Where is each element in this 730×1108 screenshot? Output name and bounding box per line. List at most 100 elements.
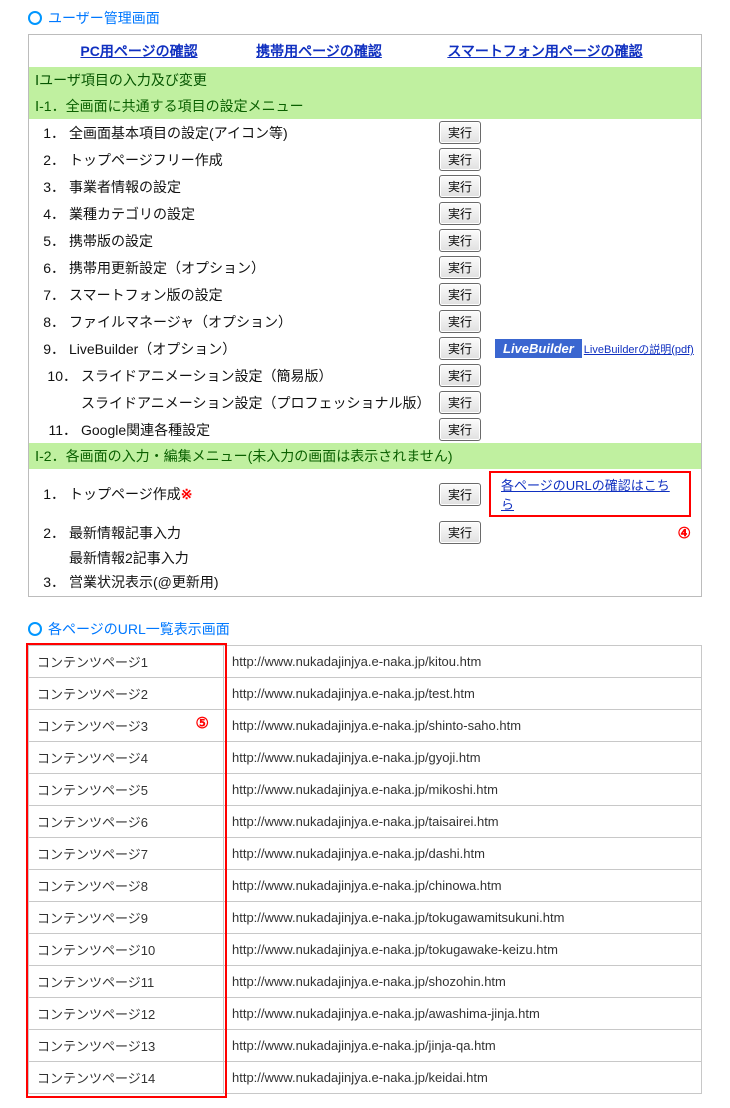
exec-button[interactable]: 実行	[439, 418, 481, 441]
table-row: コンテンツページ1http://www.nukadajinjya.e-naka.…	[29, 646, 702, 678]
table-row: コンテンツページ7http://www.nukadajinjya.e-naka.…	[29, 838, 702, 870]
page-name-cell: コンテンツページ14	[29, 1062, 224, 1094]
url-list-zone: コンテンツページ1http://www.nukadajinjya.e-naka.…	[28, 645, 702, 1094]
row-number: 8．	[35, 312, 69, 332]
exec-button[interactable]: 実行	[439, 121, 481, 144]
livebuilder-pdf-link[interactable]: LiveBuilderの説明(pdf)	[584, 344, 694, 356]
url-list-table: コンテンツページ1http://www.nukadajinjya.e-naka.…	[28, 645, 702, 1094]
menu-row: 5．携帯版の設定実行	[29, 227, 701, 254]
page-url-cell: http://www.nukadajinjya.e-naka.jp/awashi…	[224, 998, 702, 1030]
row-label: 最新情報2記事入力	[69, 548, 439, 568]
page-url-cell: http://www.nukadajinjya.e-naka.jp/test.h…	[224, 678, 702, 710]
exec-button[interactable]: 実行	[439, 283, 481, 306]
page-name-cell: コンテンツページ6	[29, 806, 224, 838]
bullet-circle-icon	[28, 11, 42, 25]
row-label: Google関連各種設定	[81, 420, 439, 440]
table-row: コンテンツページ3http://www.nukadajinjya.e-naka.…	[29, 710, 702, 742]
page-name-cell: コンテンツページ8	[29, 870, 224, 902]
heading-text: 各ページのURL一覧表示画面	[48, 619, 230, 639]
page-url-cell: http://www.nukadajinjya.e-naka.jp/kitou.…	[224, 646, 702, 678]
exec-button[interactable]: 実行	[439, 256, 481, 279]
table-row: コンテンツページ12http://www.nukadajinjya.e-naka…	[29, 998, 702, 1030]
row-number: 1．	[35, 484, 69, 504]
section-heading-url-list: 各ページのURL一覧表示画面	[0, 611, 730, 645]
page-name-cell: コンテンツページ7	[29, 838, 224, 870]
table-row: コンテンツページ6http://www.nukadajinjya.e-naka.…	[29, 806, 702, 838]
exec-button[interactable]: 実行	[439, 337, 481, 360]
menu-row: 2． 最新情報記事入力 実行 ④	[29, 519, 701, 546]
row-label-text: トップページ作成	[69, 486, 181, 502]
page-url-cell: http://www.nukadajinjya.e-naka.jp/chinow…	[224, 870, 702, 902]
menu-row: スライドアニメーション設定（プロフェッショナル版） 実行	[29, 389, 701, 416]
row-number: 1．	[35, 123, 69, 143]
menu-row: 1．全画面基本項目の設定(アイコン等)実行	[29, 119, 701, 146]
exec-button[interactable]: 実行	[439, 148, 481, 171]
menu-row: 6．携帯用更新設定（オプション）実行	[29, 254, 701, 281]
menu-row: 3． 営業状況表示(@更新用)	[29, 570, 701, 596]
table-row: コンテンツページ11http://www.nukadajinjya.e-naka…	[29, 966, 702, 998]
section-1-1-title: Ⅰ-1．全画面に共通する項目の設定メニュー	[29, 93, 701, 119]
table-row: コンテンツページ14http://www.nukadajinjya.e-naka…	[29, 1062, 702, 1094]
table-row: コンテンツページ10http://www.nukadajinjya.e-naka…	[29, 934, 702, 966]
row-number: 4．	[35, 204, 69, 224]
exec-button[interactable]: 実行	[439, 310, 481, 333]
exec-button[interactable]: 実行	[439, 521, 481, 544]
exec-button[interactable]: 実行	[439, 229, 481, 252]
row-number: 3．	[35, 572, 69, 592]
page-url-cell: http://www.nukadajinjya.e-naka.jp/keidai…	[224, 1062, 702, 1094]
menu-row-livebuilder: 9． LiveBuilder（オプション） 実行 LiveBuilderLive…	[29, 335, 701, 362]
table-row: コンテンツページ13http://www.nukadajinjya.e-naka…	[29, 1030, 702, 1062]
row-number: 5．	[35, 231, 69, 251]
section-1-2-title: Ⅰ-2．各画面の入力・編集メニュー(未入力の画面は表示されません)	[29, 443, 701, 469]
menu-row: 8．ファイルマネージャ（オプション）実行	[29, 308, 701, 335]
row-label: ファイルマネージャ（オプション）	[69, 312, 439, 332]
link-mobile-page-check[interactable]: 携帯用ページの確認	[256, 43, 382, 59]
row-label: 最新情報記事入力	[69, 523, 439, 543]
menu-row: 10． スライドアニメーション設定（簡易版） 実行	[29, 362, 701, 389]
row-label: トップページ作成※	[69, 484, 439, 504]
link-smartphone-page-check[interactable]: スマートフォン用ページの確認	[447, 43, 642, 59]
exec-button[interactable]: 実行	[439, 202, 481, 225]
livebuilder-badge: LiveBuilder	[495, 339, 582, 358]
page-url-cell: http://www.nukadajinjya.e-naka.jp/jinja-…	[224, 1030, 702, 1062]
menu-row: 2．トップページフリー作成実行	[29, 146, 701, 173]
page-url-cell: http://www.nukadajinjya.e-naka.jp/taisai…	[224, 806, 702, 838]
page-url-cell: http://www.nukadajinjya.e-naka.jp/mikosh…	[224, 774, 702, 806]
table-row: コンテンツページ2http://www.nukadajinjya.e-naka.…	[29, 678, 702, 710]
menu-row: 11． Google関連各種設定 実行	[29, 416, 701, 443]
link-pc-page-check[interactable]: PC用ページの確認	[80, 43, 197, 59]
table-row: コンテンツページ9http://www.nukadajinjya.e-naka.…	[29, 902, 702, 934]
page-url-cell: http://www.nukadajinjya.e-naka.jp/gyoji.…	[224, 742, 702, 774]
page-url-cell: http://www.nukadajinjya.e-naka.jp/dashi.…	[224, 838, 702, 870]
section-heading-user-admin: ユーザー管理画面	[0, 0, 730, 34]
row-number: 9．	[35, 339, 69, 359]
top-link-row: PC用ページの確認 携帯用ページの確認 スマートフォン用ページの確認	[29, 35, 701, 67]
annotation-circled-4: ④	[678, 524, 691, 542]
row-label: 業種カテゴリの設定	[69, 204, 439, 224]
page-name-cell: コンテンツページ11	[29, 966, 224, 998]
page-url-cell: http://www.nukadajinjya.e-naka.jp/tokuga…	[224, 902, 702, 934]
row-label: 全画面基本項目の設定(アイコン等)	[69, 123, 439, 143]
page-name-cell: コンテンツページ9	[29, 902, 224, 934]
menu-row-toppage: 1． トップページ作成※ 実行 各ページのURLの確認はこちら	[29, 469, 701, 519]
required-mark: ※	[181, 486, 193, 502]
table-row: コンテンツページ5http://www.nukadajinjya.e-naka.…	[29, 774, 702, 806]
page-url-cell: http://www.nukadajinjya.e-naka.jp/tokuga…	[224, 934, 702, 966]
exec-button[interactable]: 実行	[439, 175, 481, 198]
exec-button[interactable]: 実行	[439, 364, 481, 387]
page-url-cell: http://www.nukadajinjya.e-naka.jp/shozoh…	[224, 966, 702, 998]
page-name-cell: コンテンツページ12	[29, 998, 224, 1030]
link-url-confirm[interactable]: 各ページのURLの確認はこちら	[489, 471, 691, 517]
row-number: 11．	[35, 420, 81, 440]
row-label: スライドアニメーション設定（簡易版）	[81, 366, 439, 386]
row-label: 事業者情報の設定	[69, 177, 439, 197]
row-number: 6．	[35, 258, 69, 278]
menu-row: 7．スマートフォン版の設定実行	[29, 281, 701, 308]
table-row: コンテンツページ4http://www.nukadajinjya.e-naka.…	[29, 742, 702, 774]
admin-panel: PC用ページの確認 携帯用ページの確認 スマートフォン用ページの確認 Ⅰユーザ項…	[28, 34, 702, 597]
exec-button[interactable]: 実行	[439, 391, 481, 414]
row-label: トップページフリー作成	[69, 150, 439, 170]
exec-button[interactable]: 実行	[439, 483, 481, 506]
page-url-cell: http://www.nukadajinjya.e-naka.jp/shinto…	[224, 710, 702, 742]
row-number: 7．	[35, 285, 69, 305]
